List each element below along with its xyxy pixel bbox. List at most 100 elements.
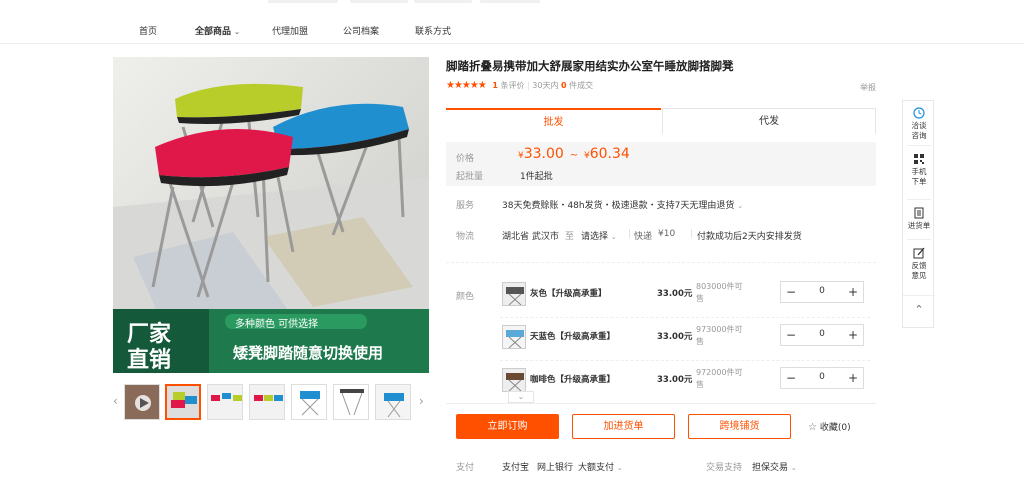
sku-thumbnail[interactable] [502, 282, 526, 306]
sku-price: 33.00元 [657, 332, 693, 342]
thumb-prev-icon[interactable]: ‹ [113, 394, 118, 408]
quantity-stepper: − 0 + [780, 324, 864, 346]
service-text-value: 38天免费赊账・48h发货・极速退款・支持7天无理由退货 [502, 201, 735, 211]
sidebar-item-cart[interactable]: 进货单 [903, 207, 935, 231]
banner-tag: 多种颜色 可供选择 [235, 319, 319, 330]
sku-price: 33.00元 [657, 289, 693, 299]
price-box: 价格 ¥33.00 ~ ¥60.34 起批量 1件起批 [446, 142, 876, 186]
pay-method-alipay: 支付宝 [502, 463, 530, 473]
ship-to-select[interactable]: 请选择 ⌄ [581, 229, 617, 242]
main-product-image[interactable]: 厂家 直销 多种颜色 可供选择 矮凳脚踏随意切换使用 [113, 57, 429, 373]
sidebar-label: 手机下单 [911, 167, 927, 186]
divider [907, 145, 931, 146]
sales-count: 0 [561, 81, 567, 90]
nav-all-products-label: 全部商品 [195, 27, 232, 37]
thumbnail-strip: ‹ › [113, 382, 429, 424]
review-count[interactable]: 1 [492, 81, 498, 90]
quantity-value[interactable]: 0 [801, 372, 843, 382]
favorite-label: 收藏(0) [819, 423, 851, 433]
quantity-stepper: − 0 + [780, 367, 864, 389]
add-to-cart-button[interactable]: 加进货单 [572, 414, 675, 439]
pay-method-large[interactable]: 大额支付 ⌄ [578, 460, 623, 473]
quantity-stepper: − 0 + [780, 281, 864, 303]
price-label: 价格 [456, 154, 475, 164]
nav-home[interactable]: 首页 [139, 24, 157, 37]
sidebar-item-feedback[interactable]: 反馈意见 [903, 247, 935, 281]
banner-text-2: 直销 [127, 348, 172, 373]
sku-name: 灰色【升级高承重】 [530, 289, 607, 299]
rating-row: ★★★★★ 1 条评价 | 30天内 0 件成交 [446, 80, 593, 92]
chat-icon [913, 107, 925, 119]
edit-icon [913, 247, 925, 259]
service-text[interactable]: 38天免费赊账・48h发货・极速退款・支持7天无理由退货 ⌄ [502, 198, 743, 211]
ship-from: 湖北省 武汉市 [502, 232, 559, 242]
thumbnail-4[interactable] [291, 384, 327, 420]
section-divider [446, 403, 876, 404]
chevron-down-icon: ⌄ [610, 233, 617, 241]
minus-icon[interactable]: − [783, 327, 799, 343]
quantity-value[interactable]: 0 [801, 329, 843, 339]
nav-agent[interactable]: 代理加盟 [272, 24, 308, 37]
thumbnail-1[interactable] [165, 384, 201, 420]
purchase-tabs: 批发 代发 [446, 108, 876, 134]
moq-label: 起批量 [456, 172, 484, 182]
plus-icon[interactable]: + [845, 327, 861, 343]
sku-color-label: 颜色 [456, 292, 475, 302]
nav-all-products[interactable]: 全部商品 ⌄ [195, 24, 240, 37]
report-link[interactable]: 举报 [860, 82, 876, 93]
plus-icon[interactable]: + [845, 284, 861, 300]
chevron-down-icon: ⌄ [790, 464, 797, 472]
thumbnail-5[interactable] [333, 384, 369, 420]
thumbnail-3[interactable] [249, 384, 285, 420]
cross-border-button[interactable]: 跨境铺货 [688, 414, 791, 439]
nav-contact[interactable]: 联系方式 [415, 24, 451, 37]
sidebar-item-mobile[interactable]: 手机下单 [903, 153, 935, 187]
sku-image [503, 283, 525, 305]
sku-stock: 972000件可售 [696, 368, 743, 389]
thumbnail-6[interactable] [375, 384, 411, 420]
divider [907, 199, 931, 200]
sidebar-label: 反馈意见 [911, 261, 927, 280]
price-high: 60.34 [589, 146, 630, 162]
back-to-top-button[interactable]: ⌃ [903, 303, 935, 316]
sidebar-item-consult[interactable]: 洽谈咨询 [903, 107, 935, 141]
tab-dropship[interactable]: 代发 [662, 108, 876, 134]
chevron-up-icon: ⌃ [914, 303, 924, 316]
moq-value: 1件起批 [520, 172, 553, 182]
section-divider [446, 262, 876, 263]
header-remnant [268, 0, 338, 3]
thumbnail-video[interactable] [124, 384, 160, 420]
sku-row: 灰色【升级高承重】 33.00元 803000件可售 − 0 + [500, 278, 870, 318]
tab-wholesale[interactable]: 批发 [446, 108, 661, 134]
sku-name: 咖啡色【升级高承重】 [530, 375, 616, 385]
ship-note: 付款成功后2天内安排发货 [697, 232, 802, 242]
thumbnail-image [292, 385, 326, 419]
minus-icon[interactable]: − [783, 370, 799, 386]
logistics-label: 物流 [456, 232, 475, 242]
thumbnail-image [208, 385, 242, 419]
trade-support-label: 交易支持 [706, 463, 743, 473]
thumbnail-2[interactable] [207, 384, 243, 420]
thumbnail-image [376, 385, 410, 419]
trade-support-value[interactable]: 担保交易 ⌄ [752, 460, 797, 473]
sku-price: 33.00元 [657, 375, 693, 385]
minus-icon[interactable]: − [783, 284, 799, 300]
favorite-button[interactable]: ☆ 收藏(0) [808, 420, 851, 433]
thumbnail-image [250, 385, 284, 419]
sku-row: 天蓝色【升级高承重】 33.00元 973000件可售 − 0 + [500, 321, 870, 361]
divider: | [690, 229, 694, 239]
price-range: ¥33.00 ~ ¥60.34 [518, 146, 630, 162]
buy-now-button[interactable]: 立即订购 [456, 414, 559, 439]
chevron-down-icon: ⌄ [616, 464, 623, 472]
thumb-next-icon[interactable]: › [419, 394, 424, 408]
price-low: 33.00 [523, 146, 564, 162]
expand-sku-button[interactable]: ⌄ [508, 391, 534, 403]
sidebar-label: 洽谈咨询 [911, 121, 927, 140]
sku-thumbnail[interactable] [502, 368, 526, 392]
payment-label: 支付 [456, 463, 475, 473]
sales-suffix: 件成交 [569, 81, 594, 90]
sku-thumbnail[interactable] [502, 325, 526, 349]
plus-icon[interactable]: + [845, 370, 861, 386]
nav-company[interactable]: 公司档案 [343, 24, 379, 37]
quantity-value[interactable]: 0 [801, 286, 843, 296]
